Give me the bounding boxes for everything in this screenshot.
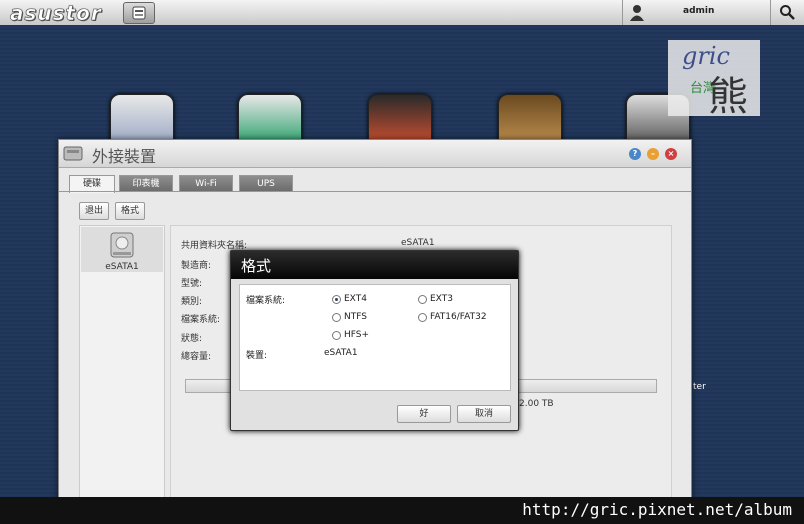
watermark-text-3: 熊: [708, 74, 748, 116]
share-name-value: eSATA1: [401, 238, 435, 248]
option-ext3-label[interactable]: EXT3: [430, 294, 453, 304]
option-ext4-label[interactable]: EXT4: [344, 294, 367, 304]
radio-fat[interactable]: [418, 313, 427, 322]
radio-hfs[interactable]: [332, 331, 341, 340]
search-icon: [780, 5, 795, 20]
ok-button[interactable]: 好: [397, 405, 451, 423]
format-button[interactable]: 格式: [115, 202, 145, 220]
radio-ext3[interactable]: [418, 295, 427, 304]
asustor-logo: asustor: [10, 1, 102, 26]
device-value: eSATA1: [324, 348, 358, 358]
top-bar: asustor admin: [0, 0, 804, 26]
eject-button[interactable]: 退出: [79, 202, 109, 220]
watermark-text-1: gric: [682, 42, 730, 70]
cancel-button[interactable]: 取消: [457, 405, 511, 423]
radio-ext4[interactable]: [332, 295, 341, 304]
drive-item-esata1[interactable]: eSATA1: [81, 227, 163, 272]
capacity-value: 2.00 TB: [519, 399, 554, 409]
watermark-footer: http://gric.pixnet.net/album: [0, 497, 804, 524]
search-button[interactable]: [770, 0, 804, 25]
device-label: 裝置:: [246, 351, 268, 361]
external-device-icon: [63, 146, 83, 161]
watermark-logo: gric 台灣 熊: [668, 40, 760, 116]
user-menu[interactable]: admin: [622, 0, 771, 25]
status-label: 狀態:: [181, 334, 203, 344]
format-dialog: 格式 檔案系統: EXT4 EXT3 NTFS FAT16/FAT32 HFS+…: [230, 250, 519, 431]
file-system-label: 檔案系統:: [181, 315, 221, 325]
option-fat-label[interactable]: FAT16/FAT32: [430, 312, 487, 322]
window-title-bar[interactable]: 外接裝置 ? – ×: [59, 140, 691, 168]
tab-printer[interactable]: 印表機: [119, 175, 173, 192]
dialog-body: 檔案系統: EXT4 EXT3 NTFS FAT16/FAT32 HFS+ 裝置…: [239, 284, 511, 391]
tab-divider: [59, 191, 691, 192]
type-label: 類別:: [181, 297, 203, 307]
user-name: admin: [683, 6, 715, 16]
dialog-title-bar[interactable]: 格式: [231, 251, 518, 279]
tab-ups[interactable]: UPS: [239, 175, 293, 192]
file-system-label: 檔案系統:: [246, 296, 286, 306]
minimize-button[interactable]: –: [647, 148, 659, 160]
home-icon: [132, 6, 146, 20]
hard-drive-icon: [110, 232, 134, 258]
option-hfs-label[interactable]: HFS+: [344, 330, 369, 340]
option-ntfs-label[interactable]: NTFS: [344, 312, 367, 322]
radio-ntfs[interactable]: [332, 313, 341, 322]
desktop-icon-label-partial: ter: [693, 382, 706, 392]
close-button[interactable]: ×: [665, 148, 677, 160]
user-icon: [630, 5, 644, 21]
model-label: 型號:: [181, 279, 203, 289]
drive-name: eSATA1: [105, 262, 139, 272]
desktop-home-button[interactable]: [123, 2, 155, 24]
album-url: http://gric.pixnet.net/album: [522, 500, 792, 519]
maker-label: 製造商:: [181, 261, 212, 271]
help-button[interactable]: ?: [629, 148, 641, 160]
window-title: 外接裝置: [92, 147, 157, 166]
tab-wifi[interactable]: Wi-Fi: [179, 175, 233, 192]
dialog-title: 格式: [241, 257, 272, 275]
capacity-label: 總容量:: [181, 352, 212, 362]
drive-list: eSATA1: [79, 225, 165, 503]
